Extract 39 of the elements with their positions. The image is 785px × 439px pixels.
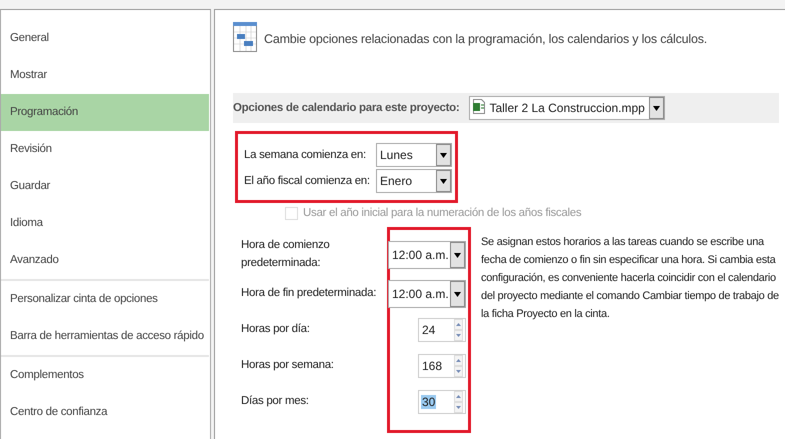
field-label: El año fiscal comienza en: xyxy=(244,175,370,187)
checkbox-label: Usar el año inicial para la numeración de los años fiscales xyxy=(303,207,582,219)
field-label: La semana comienza en: xyxy=(244,149,366,161)
field-value: 168 xyxy=(421,359,442,373)
document-icon xyxy=(473,99,486,117)
field-label: Horas por semana: xyxy=(241,358,334,373)
help-text: Se asignan estos horarios a las tareas cuando se escribe una fecha de comienzo o fin sin especificar una hora. Si cambia esta configuración, es conveniente hacerla coincidir con el calendario del proyecto mediante el comando Cambiar tiempo de trabajo de la ficha Proyecto en la cinta. xyxy=(481,235,780,322)
spin-arrows-icon[interactable] xyxy=(454,319,463,341)
sidebar-item[interactable]: Revisión xyxy=(1,131,209,168)
sidebar-item[interactable]: Mostrar xyxy=(1,57,209,94)
number-spinner[interactable]: 30 xyxy=(418,390,466,414)
dropdown[interactable]: Lunes xyxy=(376,143,452,167)
sidebar-item[interactable]: Centro de confianza xyxy=(1,394,209,431)
time-dropdown[interactable]: 12:00 a.m. xyxy=(388,280,466,308)
field-value: 12:00 a.m. xyxy=(391,287,450,301)
sidebar-item[interactable]: General xyxy=(1,20,209,57)
dropdown[interactable]: Enero xyxy=(376,169,452,193)
sidebar-item[interactable]: Idioma xyxy=(1,205,209,242)
sidebar-item[interactable]: Guardar xyxy=(1,168,209,205)
field-label: Días por mes: xyxy=(241,394,309,409)
field-label: Hora de fin predeterminada: xyxy=(241,286,376,301)
spin-arrows-icon[interactable] xyxy=(454,355,463,377)
number-spinner[interactable]: 168 xyxy=(418,354,466,378)
sidebar-item[interactable]: Complementos xyxy=(1,357,209,394)
section-description: Cambie opciones relacionadas con la programación, los calendarios y los cálculos. xyxy=(264,32,708,46)
field-label: Horas por día: xyxy=(241,322,310,337)
field-value: 12:00 a.m. xyxy=(391,248,450,262)
selected-value: 30 xyxy=(421,395,436,409)
sidebar-item[interactable]: Personalizar cinta de opciones xyxy=(1,281,209,318)
calendar-options-label: Opciones de calendario para este proyecto: xyxy=(233,102,460,114)
project-dropdown[interactable]: Taller 2 La Construccion.mpp xyxy=(469,96,665,120)
sidebar-item[interactable]: Avanzado xyxy=(1,242,209,281)
field-label: Hora de comienzo predeterminada: xyxy=(241,238,331,271)
sidebar-item[interactable]: Programación xyxy=(1,94,209,131)
field-value: 24 xyxy=(421,323,436,337)
time-dropdown[interactable]: 12:00 a.m. xyxy=(388,241,466,269)
number-spinner[interactable]: 24 xyxy=(418,318,466,342)
sidebar-item[interactable]: Barra de herramientas de acceso rápido xyxy=(1,318,209,357)
spin-arrows-icon[interactable] xyxy=(454,391,463,413)
